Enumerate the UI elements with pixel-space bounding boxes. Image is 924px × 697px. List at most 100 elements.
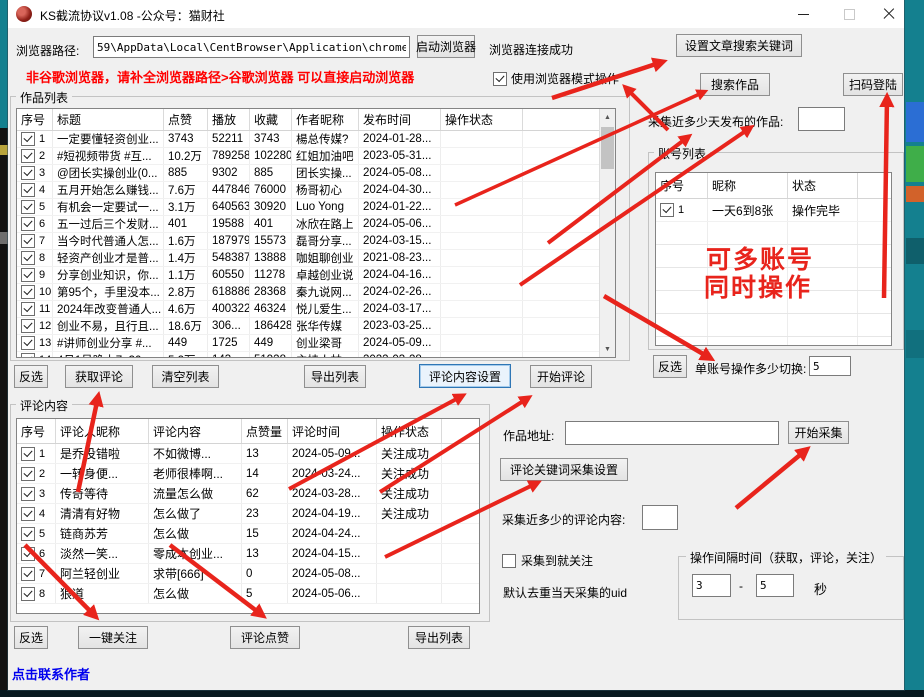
- set-article-keywords-button[interactable]: 设置文章搜索关键词: [676, 34, 802, 57]
- works-table-row[interactable]: 4 五月开始怎么赚钱... 7.6万 447846 76000 杨哥初心 202…: [17, 182, 615, 199]
- works-table-row[interactable]: 9 分享创业知识，你... 1.1万 60550 11278 卓越创业说 202…: [17, 267, 615, 284]
- checkbox-checked-icon[interactable]: [21, 183, 35, 197]
- work-likes-cell: 885: [164, 165, 208, 181]
- row-select-cell: 13: [17, 335, 53, 351]
- interval-min-input[interactable]: [692, 574, 731, 597]
- comment-row[interactable]: 7 阿兰轻创业 求带[666] 0 2024-05-08...: [17, 564, 479, 584]
- scrollbar-up-icon[interactable]: ▲: [600, 109, 615, 125]
- work-plays-cell: 187979: [208, 233, 250, 249]
- search-works-button[interactable]: 搜索作品: [700, 73, 770, 96]
- checkbox-checked-icon[interactable]: [21, 353, 35, 357]
- checkbox-checked-icon[interactable]: [21, 268, 35, 282]
- get-comments-button[interactable]: 获取评论: [65, 365, 133, 388]
- close-button[interactable]: [874, 0, 904, 28]
- minimize-button[interactable]: [781, 0, 825, 28]
- work-url-input[interactable]: [565, 421, 779, 445]
- comment-row[interactable]: 3 传奇等待 流量怎么做 62 2024-03-28... 关注成功: [17, 484, 479, 504]
- clear-list-button[interactable]: 清空列表: [152, 365, 219, 388]
- works-table-row[interactable]: 5 有机会一定要试一... 3.1万 640563 30920 Luo Yong…: [17, 199, 615, 216]
- works-table-row[interactable]: 13 #讲师创业分享 #... 449 1725 449 创业梁哥 2024-0…: [17, 335, 615, 352]
- checkbox-checked-icon[interactable]: [21, 586, 35, 601]
- works-table-row[interactable]: 11 2024年改变普通人... 4.6万 400322 46324 悦儿爱生.…: [17, 301, 615, 318]
- checkbox-checked-icon[interactable]: [21, 546, 35, 561]
- comment-row[interactable]: 4 清清有好物 怎么做了 23 2024-04-19... 关注成功: [17, 504, 479, 524]
- checkbox-checked-icon[interactable]: [21, 132, 35, 146]
- comment-content-settings-button[interactable]: 评论内容设置: [419, 364, 511, 388]
- work-favs-cell: 30920: [250, 199, 292, 215]
- start-comment-button[interactable]: 开始评论: [530, 365, 592, 388]
- scrollbar-thumb[interactable]: [601, 127, 614, 169]
- works-invert-button[interactable]: 反选: [14, 365, 48, 388]
- checkbox-checked-icon[interactable]: [21, 466, 35, 481]
- works-table-row[interactable]: 1 一定要懂轻资创业... 3743 52211 3743 楊总传媒? 2024…: [17, 131, 615, 148]
- accounts-invert-button[interactable]: 反选: [653, 355, 687, 378]
- row-select-cell: 4: [17, 182, 53, 198]
- works-table-row[interactable]: 3 @团长实操创业(0... 885 9302 885 团长实操... 2024…: [17, 165, 615, 182]
- checkbox-checked-icon[interactable]: [21, 566, 35, 581]
- comment-row[interactable]: 8 狼道 怎么做 5 2024-05-06...: [17, 584, 479, 604]
- collect-days-input[interactable]: [798, 107, 845, 131]
- desktop-icon-speck: [906, 186, 924, 202]
- col-header: 评论内容: [149, 419, 242, 443]
- works-table-row[interactable]: 8 轻资产创业才是普... 1.4万 548387 13888 咖姐聊创业 20…: [17, 250, 615, 267]
- works-table-row[interactable]: 6 五一过后三个发财... 401 19588 401 冰欣在路上 2024-0…: [17, 216, 615, 233]
- browser-path-input[interactable]: [93, 36, 410, 58]
- works-table-row[interactable]: 10 第95个，手里没本... 2.8万 618886 28368 秦九说网..…: [17, 284, 615, 301]
- work-date-cell: 2024-04-16...: [359, 267, 441, 283]
- work-likes-cell: 5.2万: [164, 352, 208, 357]
- account-switch-input[interactable]: [809, 356, 851, 376]
- works-scrollbar[interactable]: ▲ ▼: [599, 109, 615, 357]
- comment-nick-cell: 清清有好物: [56, 504, 149, 523]
- row-select-cell: 14: [17, 352, 53, 357]
- start-collect-button[interactable]: 开始采集: [788, 421, 849, 444]
- checkbox-checked-icon[interactable]: [21, 302, 35, 316]
- row-select-cell: 8: [17, 584, 56, 603]
- comment-row[interactable]: 2 一转身便... 老师很棒啊... 14 2024-03-24... 关注成功: [17, 464, 479, 484]
- work-likes-cell: 3743: [164, 131, 208, 147]
- scrollbar-down-icon[interactable]: ▼: [600, 341, 615, 357]
- interval-max-input[interactable]: [756, 574, 794, 597]
- checkbox-checked-icon[interactable]: [21, 446, 35, 461]
- contact-author-link[interactable]: 点击联系作者: [12, 664, 90, 683]
- comment-status-cell: [377, 564, 442, 583]
- work-date-cell: 2022-03-28...: [359, 352, 441, 357]
- maximize-button[interactable]: [827, 0, 871, 28]
- checkbox-checked-icon[interactable]: [21, 251, 35, 265]
- works-table-row[interactable]: 14 4月1号晚上7: 30... 5.2万 143... 51928 主持人林…: [17, 352, 615, 357]
- like-comments-button[interactable]: 评论点赞: [230, 626, 300, 649]
- checkbox-checked-icon[interactable]: [21, 319, 35, 333]
- checkbox-checked-icon[interactable]: [21, 234, 35, 248]
- comment-count-input[interactable]: [642, 505, 678, 530]
- checkbox-checked-icon[interactable]: [21, 166, 35, 180]
- launch-browser-button[interactable]: 启动浏览器: [416, 35, 476, 58]
- checkbox-checked-icon[interactable]: [660, 203, 674, 217]
- checkbox-checked-icon[interactable]: [21, 526, 35, 541]
- row-select-cell: 5: [17, 199, 53, 215]
- browser-mode-label: 使用浏览器模式操作: [511, 72, 620, 86]
- follow-all-button[interactable]: 一键关注: [78, 626, 148, 649]
- work-author-cell: 磊哥分享...: [292, 233, 359, 249]
- checkbox-checked-icon[interactable]: [21, 285, 35, 299]
- row-select-cell: 2: [17, 148, 53, 164]
- comment-row[interactable]: 6 淡然一笑... 零成本创业... 13 2024-04-15...: [17, 544, 479, 564]
- checkbox-checked-icon[interactable]: [21, 217, 35, 231]
- account-row[interactable]: 1 一天6到8张 操作完毕: [656, 199, 891, 222]
- checkbox-checked-icon[interactable]: [21, 506, 35, 521]
- works-table-row[interactable]: 12 创业不易，且行且... 18.6万 306... 186428 张华传媒 …: [17, 318, 615, 335]
- export-comments-button[interactable]: 导出列表: [408, 626, 470, 649]
- browser-mode-checkbox[interactable]: 使用浏览器模式操作: [493, 70, 619, 87]
- comments-invert-button[interactable]: 反选: [14, 626, 48, 649]
- checkbox-checked-icon[interactable]: [21, 336, 35, 350]
- checkbox-checked-icon[interactable]: [21, 149, 35, 163]
- works-table-row[interactable]: 2 #短视频带货 #互... 10.2万 789258 102280 红姐加油吧…: [17, 148, 615, 165]
- follow-on-collect-checkbox[interactable]: 采集到就关注: [502, 552, 593, 569]
- checkbox-checked-icon[interactable]: [21, 486, 35, 501]
- scan-login-button[interactable]: 扫码登陆: [843, 73, 903, 96]
- comment-keyword-settings-button[interactable]: 评论关键词采集设置: [500, 458, 628, 481]
- comment-row[interactable]: 1 是乔没错啦 不如微博... 13 2024-05-09... 关注成功: [17, 444, 479, 464]
- export-works-button[interactable]: 导出列表: [304, 365, 366, 388]
- comment-row[interactable]: 5 链商苏芳 怎么做 15 2024-04-24...: [17, 524, 479, 544]
- works-table-row[interactable]: 7 当今时代普通人怎... 1.6万 187979 15573 磊哥分享... …: [17, 233, 615, 250]
- checkbox-checked-icon[interactable]: [21, 200, 35, 214]
- work-date-cell: 2024-01-22...: [359, 199, 441, 215]
